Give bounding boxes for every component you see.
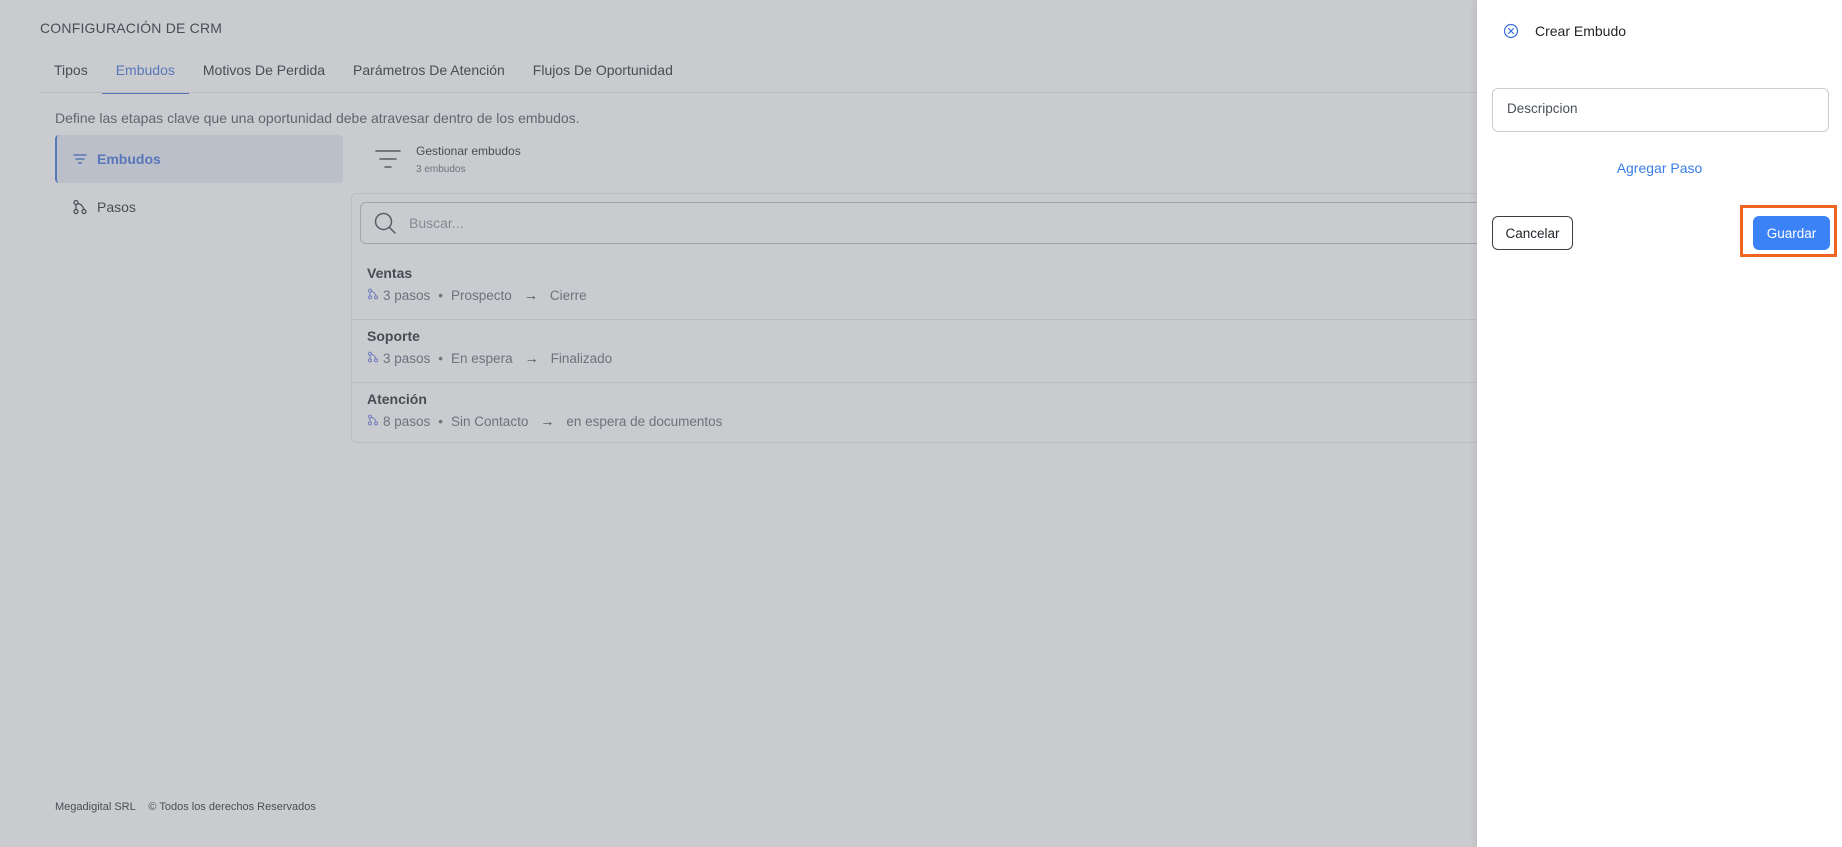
description-field <box>1492 88 1829 132</box>
cancel-button[interactable]: Cancelar <box>1492 216 1573 250</box>
description-input[interactable] <box>1505 100 1820 117</box>
drawer-header: Crear Embudo <box>1501 21 1626 41</box>
save-button[interactable]: Guardar <box>1753 216 1830 250</box>
modal-backdrop[interactable] <box>0 0 1477 847</box>
add-step-link[interactable]: Agregar Paso <box>1477 160 1842 176</box>
close-icon[interactable] <box>1501 21 1521 41</box>
create-funnel-drawer: Crear Embudo Agregar Paso Cancelar Guard… <box>1477 0 1842 847</box>
drawer-title: Crear Embudo <box>1535 23 1627 39</box>
